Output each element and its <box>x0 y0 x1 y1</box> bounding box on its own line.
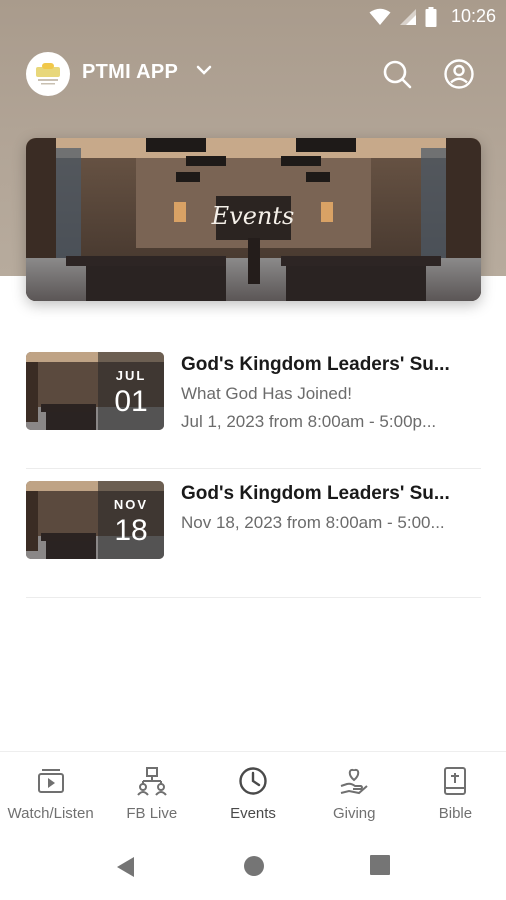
event-day: 01 <box>114 385 148 418</box>
event-month: JUL <box>115 368 147 383</box>
nav-label: Watch/Listen <box>7 805 94 822</box>
events-banner[interactable]: Events <box>26 138 481 301</box>
list-item[interactable]: JUL 01 God's Kingdom Leaders' Su... What… <box>26 340 481 469</box>
nav-item-watch-listen[interactable]: Watch/Listen <box>0 752 101 832</box>
event-subtitle: What God Has Joined! <box>181 384 353 403</box>
event-thumbnail: NOV 18 <box>26 481 164 559</box>
app-title[interactable]: PTMI APP <box>82 61 178 84</box>
status-bar: 10:26 <box>0 0 506 36</box>
search-icon[interactable] <box>381 58 413 90</box>
event-month: NOV <box>113 497 149 512</box>
heart-hand-icon <box>340 768 368 795</box>
clock-icon <box>239 767 267 795</box>
wifi-icon <box>369 8 391 25</box>
event-title: God's Kingdom Leaders' Su... <box>181 483 450 504</box>
chevron-down-icon[interactable] <box>196 64 212 76</box>
event-date-box: NOV 18 <box>98 481 164 559</box>
play-video-icon <box>37 769 64 793</box>
nav-item-giving[interactable]: Giving <box>304 752 405 832</box>
home-icon[interactable] <box>243 855 265 877</box>
app-bar: PTMI APP <box>0 44 506 104</box>
event-day: 18 <box>114 514 148 547</box>
back-icon[interactable] <box>114 855 136 879</box>
banner-script-text: Events <box>211 202 295 230</box>
recents-icon[interactable] <box>370 855 390 875</box>
battery-icon <box>425 6 437 27</box>
event-thumbnail: JUL 01 <box>26 352 164 430</box>
nav-label: Bible <box>438 805 473 822</box>
banner-image: Events <box>26 138 481 301</box>
network-icon <box>137 767 167 796</box>
event-time: Jul 1, 2023 from 8:00am - 5:00p... <box>181 412 437 431</box>
event-time: Nov 18, 2023 from 8:00am - 5:00... <box>181 513 445 532</box>
events-list: JUL 01 God's Kingdom Leaders' Su... What… <box>26 340 481 598</box>
nav-item-bible[interactable]: Bible <box>405 752 506 832</box>
bible-icon <box>444 767 467 795</box>
ptmi-logo-icon <box>36 63 60 85</box>
nav-label: Events <box>230 805 276 822</box>
event-date-box: JUL 01 <box>98 352 164 430</box>
list-item[interactable]: NOV 18 God's Kingdom Leaders' Su... Nov … <box>26 469 481 598</box>
nav-label: FB Live <box>126 805 178 822</box>
system-nav-bar <box>0 831 506 900</box>
nav-item-events[interactable]: Events <box>202 752 303 832</box>
nav-item-fb-live[interactable]: FB Live <box>101 752 202 832</box>
event-title: God's Kingdom Leaders' Su... <box>181 354 450 375</box>
status-time: 10:26 <box>450 6 496 26</box>
signal-icon <box>399 8 416 25</box>
app-logo[interactable] <box>26 52 70 96</box>
profile-icon[interactable] <box>443 58 475 90</box>
bottom-nav: Watch/Listen FB Live Events Giving Bible <box>0 751 506 832</box>
nav-label: Giving <box>332 805 376 822</box>
